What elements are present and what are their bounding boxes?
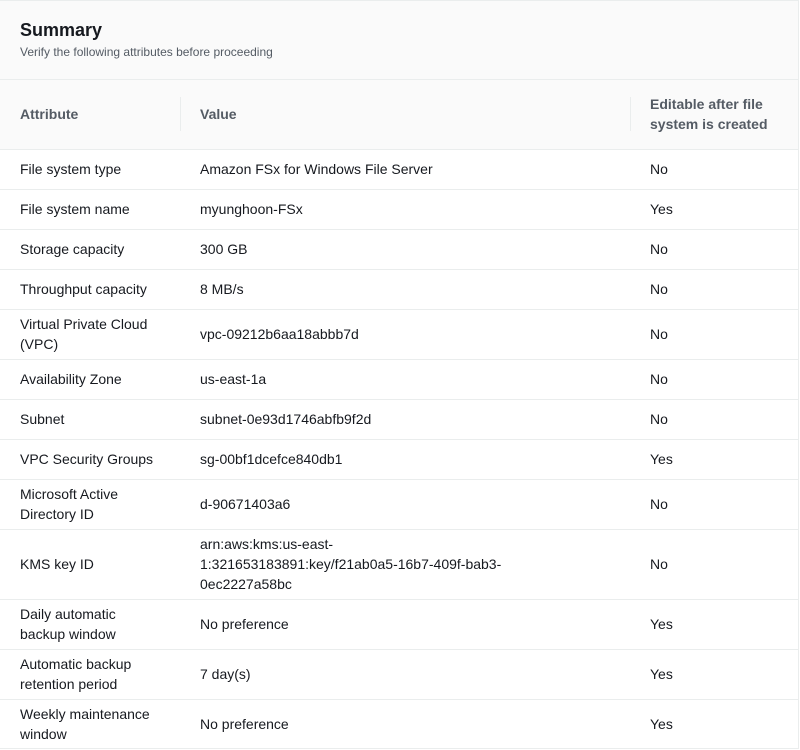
cell-editable: No: [630, 359, 798, 400]
cell-editable: No: [630, 229, 798, 270]
cell-editable: Yes: [630, 699, 798, 748]
cell-attribute: Microsoft Active Directory ID: [0, 479, 180, 530]
table-row: Subnet subnet-0e93d1746abfb9f2d No: [0, 399, 798, 440]
column-divider: [180, 97, 181, 131]
cell-editable: No: [630, 149, 798, 190]
summary-header: Summary Verify the following attributes …: [0, 1, 798, 80]
table-row: File system name myunghoon-FSx Yes: [0, 189, 798, 230]
column-header-editable: Editable after file system is created: [630, 80, 798, 150]
cell-value: No preference: [180, 699, 630, 748]
cell-editable: Yes: [630, 599, 798, 650]
table-row: Availability Zone us-east-1a No: [0, 359, 798, 400]
summary-panel: Summary Verify the following attributes …: [0, 0, 799, 749]
cell-editable: No: [630, 399, 798, 440]
cell-value: No preference: [180, 599, 630, 650]
cell-attribute: Storage capacity: [0, 229, 180, 270]
cell-editable: No: [630, 309, 798, 360]
column-divider: [630, 97, 631, 131]
cell-value: 8 MB/s: [180, 269, 630, 310]
column-header-attribute: Attribute: [0, 80, 180, 150]
cell-attribute: Weekly maintenance window: [0, 699, 180, 748]
table-header-row: Attribute Value Editable after file syst…: [0, 80, 798, 150]
cell-attribute: Virtual Private Cloud (VPC): [0, 309, 180, 360]
cell-attribute: Throughput capacity: [0, 269, 180, 310]
summary-table: Attribute Value Editable after file syst…: [0, 80, 798, 748]
cell-value: arn:aws:kms:us-east-1:321653183891:key/f…: [180, 529, 630, 600]
cell-editable: No: [630, 269, 798, 310]
cell-value: d-90671403a6: [180, 479, 630, 530]
cell-editable: No: [630, 529, 798, 600]
table-row: KMS key ID arn:aws:kms:us-east-1:3216531…: [0, 529, 798, 600]
cell-editable: Yes: [630, 649, 798, 700]
column-header-value-label: Value: [200, 106, 237, 123]
cell-editable: Yes: [630, 189, 798, 230]
cell-attribute: Availability Zone: [0, 359, 180, 400]
summary-subtitle: Verify the following attributes before p…: [20, 45, 273, 59]
table-row: File system type Amazon FSx for Windows …: [0, 149, 798, 190]
cell-value: subnet-0e93d1746abfb9f2d: [180, 399, 630, 440]
cell-attribute: File system type: [0, 149, 180, 190]
cell-value: sg-00bf1dcefce840db1: [180, 439, 630, 480]
table-row: VPC Security Groups sg-00bf1dcefce840db1…: [0, 439, 798, 480]
table-row: Throughput capacity 8 MB/s No: [0, 269, 798, 310]
column-header-editable-label: Editable after file system is created: [650, 96, 768, 133]
summary-title: Summary: [20, 20, 103, 40]
cell-value: 7 day(s): [180, 649, 630, 700]
cell-value: vpc-09212b6aa18abbb7d: [180, 309, 630, 360]
table-row: Storage capacity 300 GB No: [0, 229, 798, 270]
cell-value: us-east-1a: [180, 359, 630, 400]
table-row: Weekly maintenance window No preference …: [0, 699, 798, 748]
cell-value: myunghoon-FSx: [180, 189, 630, 230]
table-row: Microsoft Active Directory ID d-90671403…: [0, 479, 798, 530]
cell-attribute: KMS key ID: [0, 529, 180, 600]
table-row: Virtual Private Cloud (VPC) vpc-09212b6a…: [0, 309, 798, 360]
cell-attribute: VPC Security Groups: [0, 439, 180, 480]
cell-value: Amazon FSx for Windows File Server: [180, 149, 630, 190]
column-header-value: Value: [180, 80, 630, 150]
table-row: Automatic backup retention period 7 day(…: [0, 649, 798, 700]
cell-attribute: File system name: [0, 189, 180, 230]
cell-editable: Yes: [630, 439, 798, 480]
cell-value: 300 GB: [180, 229, 630, 270]
cell-attribute: Subnet: [0, 399, 180, 440]
cell-editable: No: [630, 479, 798, 530]
cell-attribute: Daily automatic backup window: [0, 599, 180, 650]
table-row: Daily automatic backup window No prefere…: [0, 599, 798, 650]
cell-attribute: Automatic backup retention period: [0, 649, 180, 700]
